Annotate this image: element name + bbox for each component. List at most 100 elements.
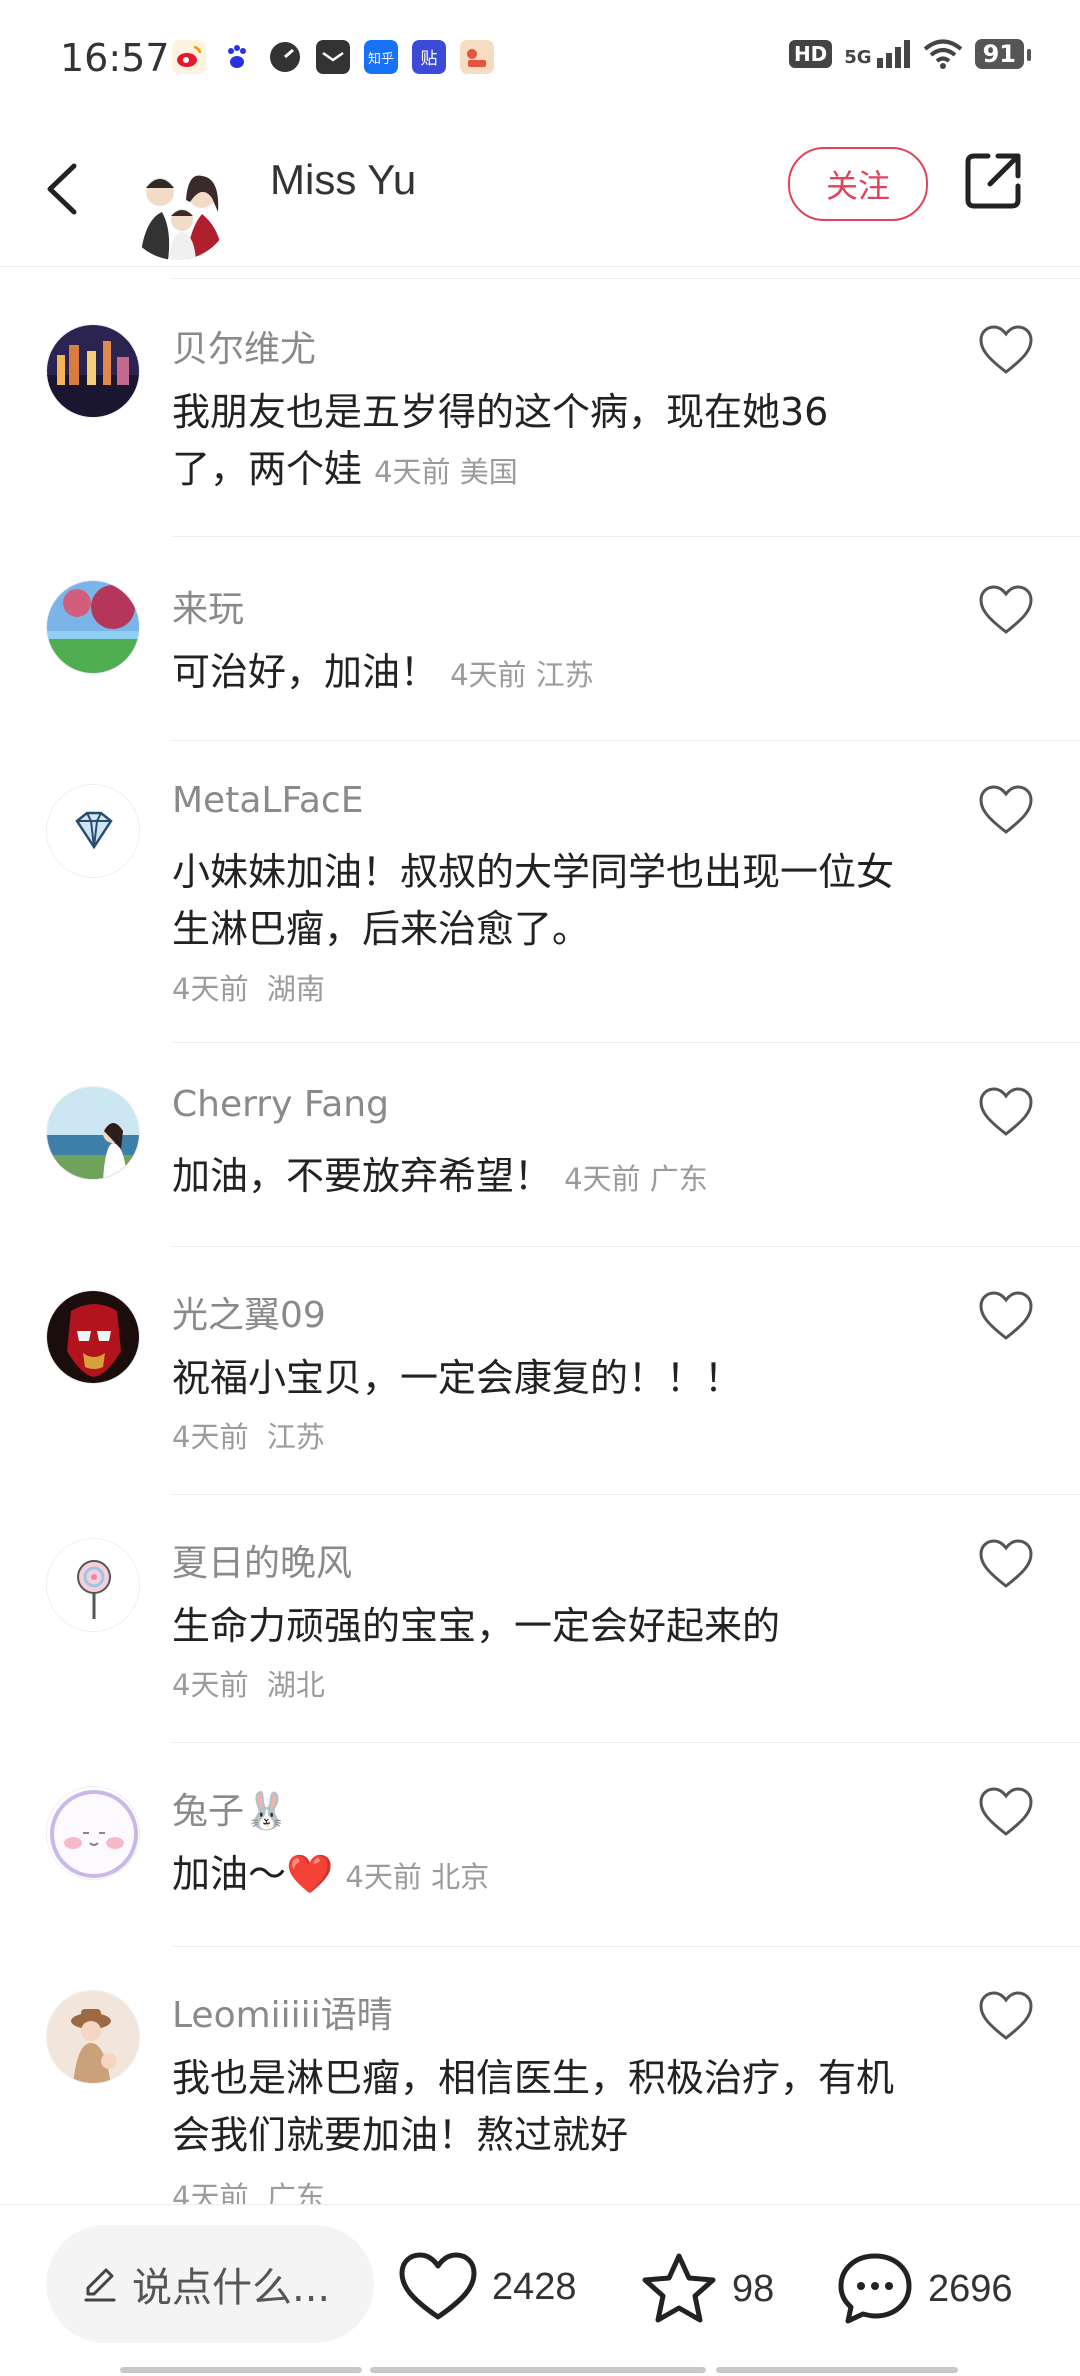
commenter-name[interactable]: 兔子🐰	[172, 1782, 289, 1834]
comment-content: 生命力顽强的宝宝，一定会好起来的	[172, 1604, 781, 1648]
comment-input-placeholder: 说点什么...	[132, 2265, 331, 2311]
comment-meta: 4天前 湖北	[172, 1662, 325, 1704]
comment-content: 祝福小宝贝，一定会康复的！！！	[172, 1356, 743, 1400]
commenter-avatar[interactable]	[46, 1990, 140, 2084]
heart-icon	[399, 2252, 477, 2320]
star-icon	[642, 2253, 716, 2323]
divider	[172, 1946, 1080, 1947]
comment-count: 2696	[928, 2267, 1013, 2310]
comment-location: 湖北	[266, 1668, 325, 1702]
commenter-name[interactable]: 夏日的晚风	[172, 1534, 352, 1586]
network-type: 5G	[844, 47, 872, 68]
comment-content: 加油，不要放弃希望！	[172, 1154, 553, 1198]
gesture-bar-segment	[716, 2367, 958, 2373]
comment-location: 北京	[431, 1860, 490, 1894]
comment-time: 4天前	[172, 1420, 249, 1454]
status-time: 16:57	[60, 36, 170, 80]
collect-count: 98	[732, 2267, 775, 2310]
comment-time: 4天前	[450, 658, 527, 692]
comment-meta: 4天前 湖南	[172, 966, 325, 1008]
divider	[172, 536, 1080, 537]
commenter-name[interactable]: MetaLFacE	[172, 780, 363, 821]
note-comments-screen: 16:57 知乎 贴 HD 5G 91 Miss Yu 关注 贝尔维尤 我朋友也…	[0, 0, 1080, 2376]
comment-text[interactable]: 加油～❤️ 4天前 北京	[172, 1846, 902, 1906]
battery-indicator: 91	[974, 39, 1032, 69]
like-button[interactable]: 2428	[398, 2251, 577, 2323]
divider	[172, 1494, 1080, 1495]
comment-text[interactable]: 生命力顽强的宝宝，一定会好起来的	[172, 1598, 902, 1655]
comment-time: 4天前	[172, 1668, 249, 1702]
weibo-icon	[172, 40, 206, 74]
author-header: Miss Yu 关注	[0, 110, 1080, 267]
commenter-avatar[interactable]	[46, 580, 140, 674]
baidu-icon	[220, 40, 254, 74]
author-avatar[interactable]	[122, 150, 232, 260]
comment-location: 江苏	[266, 1420, 325, 1454]
commenter-avatar[interactable]	[46, 1538, 140, 1632]
commenter-name[interactable]: 贝尔维尤	[172, 320, 316, 372]
comment-meta: 4天前 美国	[374, 455, 518, 489]
status-app-icons: 知乎 贴	[172, 40, 494, 74]
bottom-action-bar: 说点什么... 2428 98 2696	[0, 2204, 1080, 2376]
comment-time: 4天前	[374, 455, 451, 489]
commenter-name[interactable]: Cherry Fang	[172, 1084, 389, 1125]
commenter-avatar[interactable]	[46, 324, 140, 418]
share-icon[interactable]	[962, 150, 1024, 212]
commenter-name[interactable]: 光之翼09	[172, 1286, 326, 1338]
like-heart-icon[interactable]	[978, 324, 1034, 376]
zhihu-icon: 知乎	[364, 40, 398, 74]
comment-bubble-icon	[838, 2253, 912, 2324]
like-heart-icon[interactable]	[978, 784, 1034, 836]
comment-text[interactable]: 可治好，加油！ 4天前 江苏	[172, 644, 902, 704]
comment-meta: 4天前 江苏	[172, 1414, 325, 1456]
cellular-signal-icon: 5G	[844, 40, 910, 68]
comment-location: 湖南	[266, 972, 325, 1006]
svg-text:知乎: 知乎	[368, 51, 394, 67]
collect-button[interactable]: 98	[640, 2251, 774, 2327]
divider	[172, 740, 1080, 741]
like-heart-icon[interactable]	[978, 1086, 1034, 1138]
like-heart-icon[interactable]	[978, 1786, 1034, 1838]
comment-time: 4天前	[172, 972, 249, 1006]
status-bar: 16:57 知乎 贴 HD 5G 91	[0, 0, 1080, 110]
comment-time: 4天前	[345, 1860, 422, 1894]
comment-meta: 4天前 北京	[345, 1860, 489, 1894]
toutiao-icon	[460, 40, 494, 74]
comment-content: 加油～❤️	[172, 1852, 334, 1896]
comment-text[interactable]: 小妹妹加油！叔叔的大学同学也出现一位女生淋巴瘤，后来治愈了。	[172, 844, 902, 958]
comment-input[interactable]: 说点什么...	[46, 2225, 374, 2343]
tieba-icon: 贴	[412, 40, 446, 74]
comment-text[interactable]: 加油，不要放弃希望！ 4天前 广东	[172, 1148, 902, 1208]
comment-location: 江苏	[535, 658, 594, 692]
comment-location: 美国	[459, 455, 518, 489]
comment-button[interactable]: 2696	[836, 2251, 1013, 2327]
commenter-avatar[interactable]	[46, 1786, 140, 1880]
author-name[interactable]: Miss Yu	[270, 156, 416, 204]
comment-content: 可治好，加油！	[172, 650, 439, 694]
pen-icon	[84, 2268, 116, 2302]
commenter-avatar[interactable]	[46, 1290, 140, 1384]
comment-meta: 4天前 广东	[564, 1162, 708, 1196]
comment-text[interactable]: 祝福小宝贝，一定会康复的！！！	[172, 1350, 902, 1407]
gesture-bar-segment	[120, 2367, 362, 2373]
comment-time: 4天前	[564, 1162, 641, 1196]
back-arrow-icon[interactable]	[38, 154, 98, 224]
divider	[172, 1042, 1080, 1043]
commenter-avatar[interactable]	[46, 784, 140, 878]
commenter-name[interactable]: 来玩	[172, 580, 244, 632]
comment-text[interactable]: 我朋友也是五岁得的这个病，现在她36了，两个娃 4天前 美国	[172, 384, 902, 501]
wifi-icon	[923, 39, 962, 69]
commenter-avatar[interactable]	[46, 1086, 140, 1180]
like-heart-icon[interactable]	[978, 1290, 1034, 1342]
mail-icon	[316, 40, 350, 74]
svg-text:贴: 贴	[421, 49, 438, 69]
divider	[172, 1246, 1080, 1247]
comment-text[interactable]: 我也是淋巴瘤，相信医生，积极治疗，有机会我们就要加油！熬过就好	[172, 2050, 902, 2164]
comment-meta: 4天前 江苏	[450, 658, 594, 692]
comment-location: 广东	[649, 1162, 708, 1196]
like-heart-icon[interactable]	[978, 1538, 1034, 1590]
commenter-name[interactable]: Leomiiiii语晴	[172, 1986, 393, 2038]
follow-button[interactable]: 关注	[788, 147, 928, 221]
like-heart-icon[interactable]	[978, 584, 1034, 636]
like-heart-icon[interactable]	[978, 1990, 1034, 2042]
